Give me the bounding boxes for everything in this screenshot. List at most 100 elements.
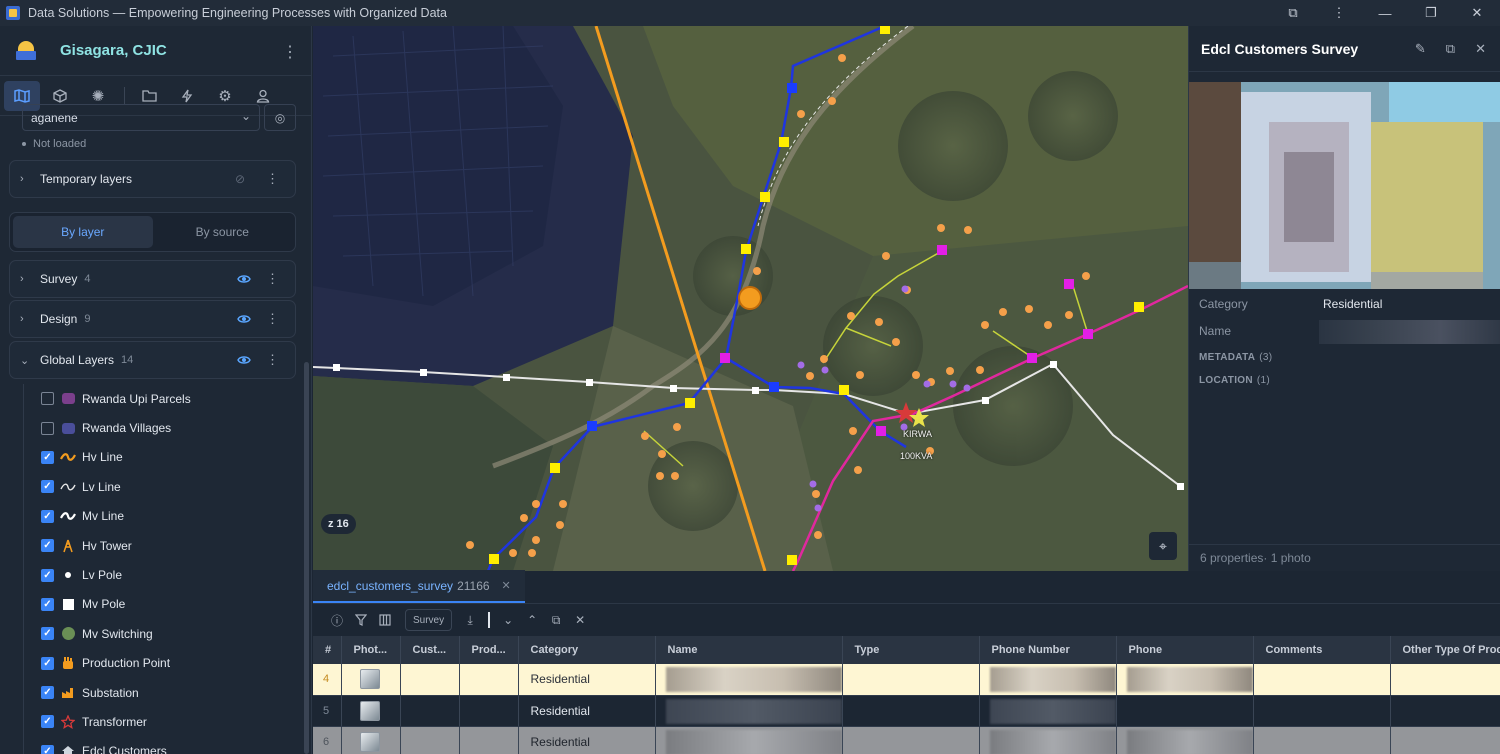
puzzle-icon[interactable]: ⧉ (1270, 0, 1316, 26)
layer-checkbox[interactable]: ✓ (41, 509, 54, 523)
layer-item[interactable]: ✓ Transformer (24, 707, 293, 736)
column-header[interactable]: Category (518, 636, 656, 664)
hidden-icon[interactable]: ⊘ (235, 172, 245, 186)
group-count: 4 (84, 273, 91, 285)
layer-item[interactable]: ✓ Mv Line (24, 502, 293, 531)
layer-checkbox[interactable]: ✓ (41, 744, 54, 754)
locate-icon[interactable]: ⌖ (1149, 532, 1177, 560)
layer-checkbox[interactable]: ✓ (41, 480, 54, 494)
map-view[interactable]: KIRWA 100KVA z 16 ⌖ (313, 26, 1188, 571)
open-external-icon[interactable]: ⧉ (544, 608, 568, 632)
project-header: Gisagara, CJIC ⋮ (0, 26, 311, 76)
attribute-table-panel: edcl_customers_survey 21166 ✕ ⓘ Survey ⤓… (313, 570, 1500, 754)
columns-icon[interactable] (373, 608, 397, 632)
basemap-select[interactable]: aganene ⌄ (22, 104, 260, 131)
open-external-icon[interactable]: ⧉ (1446, 41, 1455, 57)
eye-icon[interactable] (237, 312, 251, 326)
column-header[interactable]: Name (655, 636, 843, 664)
photo-thumbnail[interactable] (359, 731, 380, 752)
layer-checkbox[interactable]: ✓ (41, 597, 54, 611)
table-tab[interactable]: edcl_customers_survey 21166 ✕ (313, 570, 525, 603)
layer-checkbox[interactable]: ✓ (41, 539, 54, 553)
column-header[interactable]: Other Type Of Proc (1390, 636, 1500, 664)
table-row[interactable]: 6 Residential (313, 726, 1500, 754)
close-icon[interactable]: ✕ (1475, 41, 1486, 57)
table-header: # Phot... Cust... Prod... Category Name … (313, 636, 1500, 664)
close-icon[interactable]: ✕ (568, 608, 592, 632)
layer-checkbox[interactable]: ✓ (41, 568, 54, 582)
eye-icon[interactable] (237, 353, 251, 367)
table-row[interactable]: 5 Residential (313, 695, 1500, 727)
table-row[interactable]: 4 Residential (313, 664, 1500, 696)
layer-checkbox[interactable]: ✓ (41, 450, 54, 464)
chevron-right-icon: › (20, 173, 24, 185)
project-name: Gisagara, CJIC (60, 42, 167, 59)
photo-thumbnail[interactable] (359, 669, 380, 690)
layer-item[interactable]: ✓ Lv Line (24, 472, 293, 501)
feature-photo[interactable] (1189, 82, 1500, 289)
download-icon[interactable]: ⤓ (458, 608, 482, 632)
layer-item[interactable]: Rwanda Villages (24, 413, 293, 442)
basemap-settings-icon[interactable]: ◎ (264, 104, 296, 131)
info-icon[interactable]: ⓘ (325, 608, 349, 632)
layer-item[interactable]: ✓ Hv Line (24, 443, 293, 472)
white-wave-icon (60, 509, 76, 523)
photo-thumbnail[interactable] (359, 700, 380, 721)
more-icon[interactable]: ⋮ (1316, 0, 1362, 26)
project-logo-icon (16, 40, 36, 61)
layer-checkbox[interactable]: ✓ (41, 656, 54, 670)
map-canvas[interactable] (313, 26, 1188, 571)
layer-item[interactable]: ✓ Mv Pole (24, 590, 293, 619)
more-icon[interactable]: ⋮ (266, 352, 279, 368)
attribute-table: # Phot... Cust... Prod... Category Name … (313, 636, 1500, 754)
restore-button[interactable]: ❐ (1408, 0, 1454, 26)
minimize-button[interactable]: — (1362, 0, 1408, 26)
filter-icon[interactable] (349, 608, 373, 632)
layer-item[interactable]: Rwanda Upi Parcels (24, 384, 293, 413)
group-design[interactable]: › Design 9 ⋮ (9, 300, 296, 338)
star-icon (60, 714, 76, 729)
layer-checkbox[interactable]: ✓ (41, 686, 54, 700)
column-header[interactable]: Phone (1116, 636, 1254, 664)
layer-item[interactable]: ✓ Mv Switching (24, 619, 293, 648)
layer-item[interactable]: ✓ Production Point (24, 649, 293, 678)
layer-checkbox[interactable] (41, 392, 54, 406)
close-button[interactable]: ✕ (1454, 0, 1500, 26)
column-header[interactable]: Prod... (459, 636, 519, 664)
more-icon[interactable]: ⋮ (266, 311, 279, 327)
group-survey[interactable]: › Survey 4 ⋮ (9, 260, 296, 298)
close-tab-icon[interactable]: ✕ (502, 579, 511, 592)
eye-icon[interactable] (237, 272, 251, 286)
chevron-up-icon[interactable]: ⌃ (520, 608, 544, 632)
project-menu-icon[interactable]: ⋮ (282, 42, 298, 62)
group-label: Survey (40, 272, 78, 286)
sidebar-scrollbar[interactable] (304, 362, 309, 754)
location-section[interactable]: LOCATION (1) (1199, 375, 1270, 386)
layer-item[interactable]: ✓ Edcl Customers (24, 737, 293, 754)
survey-filter-chip[interactable]: Survey (405, 609, 453, 631)
column-header[interactable]: Comments (1253, 636, 1391, 664)
column-header[interactable]: Phot... (341, 636, 401, 664)
layer-item[interactable]: ✓ Lv Pole (24, 560, 293, 589)
column-header[interactable]: Cust... (400, 636, 460, 664)
layer-checkbox[interactable] (41, 421, 54, 435)
more-icon[interactable]: ⋮ (266, 271, 279, 287)
chevron-down-icon[interactable]: ⌄ (496, 608, 520, 632)
edit-icon[interactable]: ✎ (1415, 41, 1426, 57)
zoom-level-badge: z 16 (321, 514, 356, 534)
temporary-layers-label: Temporary layers (40, 172, 133, 186)
layer-item[interactable]: ✓ Substation (24, 678, 293, 707)
more-icon[interactable]: ⋮ (266, 171, 279, 187)
layer-checkbox[interactable]: ✓ (41, 715, 54, 729)
layer-checkbox[interactable]: ✓ (41, 627, 54, 641)
by-source-option[interactable]: By source (153, 216, 293, 248)
column-header[interactable]: Type (842, 636, 980, 664)
basemap-value: aganene (31, 110, 78, 125)
column-header[interactable]: # (313, 636, 342, 664)
metadata-section[interactable]: METADATA (3) (1199, 352, 1272, 363)
group-global-layers[interactable]: ⌄ Global Layers 14 ⋮ (9, 341, 296, 379)
column-header[interactable]: Phone Number (979, 636, 1117, 664)
by-layer-option[interactable]: By layer (13, 216, 153, 248)
temporary-layers-card[interactable]: › Temporary layers ⊘ ⋮ (9, 160, 296, 198)
layer-item[interactable]: ✓ Hv Tower (24, 531, 293, 560)
